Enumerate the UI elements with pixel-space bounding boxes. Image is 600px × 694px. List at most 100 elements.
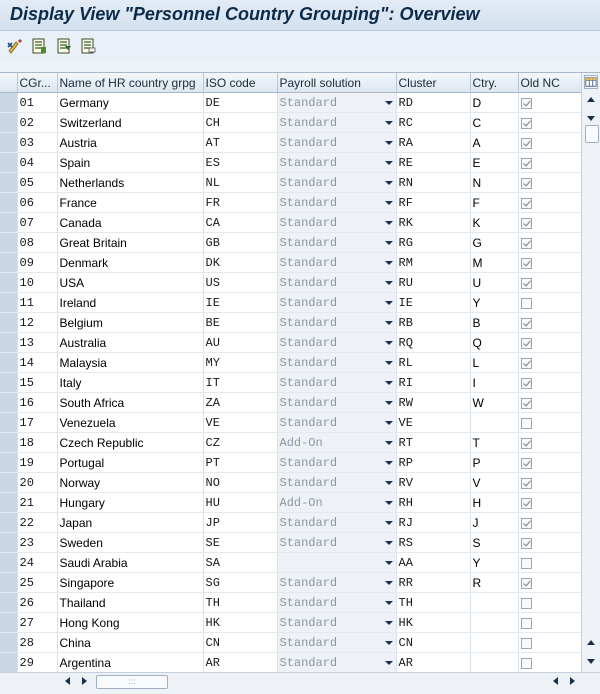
- row-selector[interactable]: [0, 372, 18, 393]
- table-row[interactable]: 21 Hungary HU Add-On RH H: [0, 492, 582, 513]
- table-row[interactable]: 10 USA US Standard RU U: [0, 272, 582, 293]
- oldnc-checkbox[interactable]: [520, 437, 532, 449]
- oldnc-checkbox[interactable]: [520, 617, 532, 629]
- table-row[interactable]: 02 Switzerland CH Standard RC C: [0, 112, 582, 133]
- dropdown-arrow-icon[interactable]: [384, 381, 393, 385]
- table-row[interactable]: 17 Venezuela VE Standard VE: [0, 412, 582, 433]
- table-row[interactable]: 07 Canada CA Standard RK K: [0, 212, 582, 233]
- cell-payroll[interactable]: Standard: [277, 512, 397, 533]
- dropdown-arrow-icon[interactable]: [384, 121, 393, 125]
- oldnc-checkbox[interactable]: [520, 397, 532, 409]
- row-selector[interactable]: [0, 112, 18, 133]
- table-row[interactable]: 05 Netherlands NL Standard RN N: [0, 172, 582, 193]
- oldnc-checkbox[interactable]: [520, 657, 532, 669]
- cell-payroll[interactable]: Standard: [277, 392, 397, 413]
- oldnc-checkbox[interactable]: [520, 237, 532, 249]
- cell-payroll[interactable]: Add-On: [277, 432, 397, 453]
- row-selector[interactable]: [0, 572, 18, 593]
- cell-payroll[interactable]: Standard: [277, 192, 397, 213]
- table-row[interactable]: 04 Spain ES Standard RE E: [0, 152, 582, 173]
- table-row[interactable]: 27 Hong Kong HK Standard HK: [0, 612, 582, 633]
- cell-payroll[interactable]: Standard: [277, 332, 397, 353]
- row-selector[interactable]: [0, 272, 18, 293]
- row-selector[interactable]: [0, 652, 18, 673]
- table-row[interactable]: 08 Great Britain GB Standard RG G: [0, 232, 582, 253]
- dropdown-arrow-icon[interactable]: [384, 661, 393, 665]
- row-selector[interactable]: [0, 452, 18, 473]
- row-selector[interactable]: [0, 532, 18, 553]
- oldnc-checkbox[interactable]: [520, 597, 532, 609]
- header-cgr[interactable]: CGr...: [17, 73, 58, 93]
- dropdown-arrow-icon[interactable]: [384, 421, 393, 425]
- oldnc-checkbox[interactable]: [520, 577, 532, 589]
- cell-payroll[interactable]: Standard: [277, 172, 397, 193]
- table-row[interactable]: 14 Malaysia MY Standard RL L: [0, 352, 582, 373]
- cell-payroll[interactable]: Add-On: [277, 492, 397, 513]
- row-selector[interactable]: [0, 392, 18, 413]
- table-row[interactable]: 11 Ireland IE Standard IE Y: [0, 292, 582, 313]
- scroll-down-arrow-top[interactable]: [587, 116, 595, 121]
- oldnc-checkbox[interactable]: [520, 277, 532, 289]
- row-selector[interactable]: [0, 492, 18, 513]
- horizontal-scroll-thumb[interactable]: :::: [96, 675, 168, 689]
- table-row[interactable]: 13 Australia AU Standard RQ Q: [0, 332, 582, 353]
- oldnc-checkbox[interactable]: [520, 457, 532, 469]
- oldnc-checkbox[interactable]: [520, 157, 532, 169]
- table-row[interactable]: 19 Portugal PT Standard RP P: [0, 452, 582, 473]
- change-display-button[interactable]: [5, 36, 25, 56]
- table-row[interactable]: 06 France FR Standard RF F: [0, 192, 582, 213]
- cell-payroll[interactable]: Standard: [277, 272, 397, 293]
- select-all-header[interactable]: [0, 73, 18, 93]
- header-payroll[interactable]: Payroll solution: [277, 73, 397, 93]
- table-row[interactable]: 28 China CN Standard CN: [0, 632, 582, 653]
- table-row[interactable]: 29 Argentina AR Standard AR: [0, 652, 582, 673]
- header-ctry[interactable]: Ctry.: [470, 73, 519, 93]
- oldnc-checkbox[interactable]: [520, 637, 532, 649]
- oldnc-checkbox[interactable]: [520, 317, 532, 329]
- row-selector[interactable]: [0, 232, 18, 253]
- cell-payroll[interactable]: Standard: [277, 632, 397, 653]
- oldnc-checkbox[interactable]: [520, 417, 532, 429]
- dropdown-arrow-icon[interactable]: [384, 581, 393, 585]
- cell-payroll[interactable]: Standard: [277, 352, 397, 373]
- table-settings-button[interactable]: [584, 75, 598, 89]
- deselect-button[interactable]: [78, 36, 98, 56]
- row-selector[interactable]: [0, 512, 18, 533]
- header-cluster[interactable]: Cluster: [396, 73, 471, 93]
- cell-payroll[interactable]: Standard: [277, 92, 397, 113]
- cell-payroll[interactable]: Standard: [277, 252, 397, 273]
- dropdown-arrow-icon[interactable]: [384, 261, 393, 265]
- row-selector[interactable]: [0, 412, 18, 433]
- cell-payroll[interactable]: Standard: [277, 572, 397, 593]
- scroll-up-arrow[interactable]: [587, 97, 595, 102]
- dropdown-arrow-icon[interactable]: [384, 221, 393, 225]
- row-selector[interactable]: [0, 632, 18, 653]
- cell-payroll[interactable]: Standard: [277, 212, 397, 233]
- cell-payroll[interactable]: Standard: [277, 132, 397, 153]
- dropdown-arrow-icon[interactable]: [384, 181, 393, 185]
- oldnc-checkbox[interactable]: [520, 517, 532, 529]
- oldnc-checkbox[interactable]: [520, 297, 532, 309]
- dropdown-arrow-icon[interactable]: [384, 441, 393, 445]
- oldnc-checkbox[interactable]: [520, 337, 532, 349]
- row-selector[interactable]: [0, 252, 18, 273]
- dropdown-arrow-icon[interactable]: [384, 321, 393, 325]
- dropdown-arrow-icon[interactable]: [384, 281, 393, 285]
- dropdown-arrow-icon[interactable]: [384, 361, 393, 365]
- scroll-left-arrow[interactable]: [65, 677, 70, 685]
- row-selector[interactable]: [0, 332, 18, 353]
- dropdown-arrow-icon[interactable]: [384, 501, 393, 505]
- oldnc-checkbox[interactable]: [520, 217, 532, 229]
- cell-payroll[interactable]: Standard: [277, 452, 397, 473]
- header-oldnc[interactable]: Old NC: [518, 73, 582, 93]
- cell-payroll[interactable]: Standard: [277, 232, 397, 253]
- dropdown-arrow-icon[interactable]: [384, 201, 393, 205]
- table-row[interactable]: 20 Norway NO Standard RV V: [0, 472, 582, 493]
- oldnc-checkbox[interactable]: [520, 117, 532, 129]
- oldnc-checkbox[interactable]: [520, 377, 532, 389]
- row-selector[interactable]: [0, 132, 18, 153]
- oldnc-checkbox[interactable]: [520, 557, 532, 569]
- dropdown-arrow-icon[interactable]: [384, 601, 393, 605]
- cell-payroll[interactable]: Standard: [277, 472, 397, 493]
- scroll-right-arrow-end[interactable]: [570, 677, 575, 685]
